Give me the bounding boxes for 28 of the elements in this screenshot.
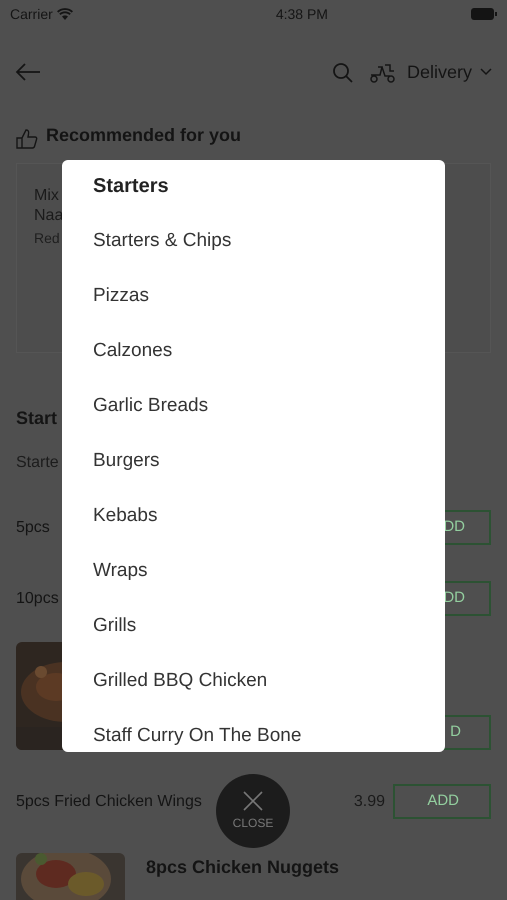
item-name: 8pcs Chicken Nuggets xyxy=(146,856,340,879)
menu-item[interactable]: Grills xyxy=(93,614,136,638)
menu-item[interactable]: Wraps xyxy=(93,559,148,583)
close-button[interactable]: CLOSE xyxy=(216,774,290,848)
clock: 4:38 PM xyxy=(276,4,328,24)
battery-icon xyxy=(470,8,497,20)
menu-item[interactable]: Garlic Breads xyxy=(93,394,208,418)
menu-item[interactable]: Staff Curry On The Bone xyxy=(93,724,302,748)
back-arrow-icon[interactable] xyxy=(15,62,41,82)
menu-item[interactable]: Starters & Chips xyxy=(93,229,232,253)
close-icon xyxy=(243,790,263,810)
menu-item[interactable]: Pizzas xyxy=(93,284,149,308)
search-icon[interactable] xyxy=(332,62,353,82)
add-button[interactable]: ADD xyxy=(393,784,491,819)
category-heading: Start xyxy=(16,407,58,429)
menu-item[interactable]: Grilled BBQ Chicken xyxy=(93,669,268,693)
section-heading: Recommended for you xyxy=(46,124,242,147)
item-name: 5pcs xyxy=(16,518,50,538)
menu-item[interactable]: Calzones xyxy=(93,339,172,363)
carrier-label: Carrier xyxy=(10,4,53,24)
item-name: 10pcs xyxy=(16,588,59,608)
wifi-icon xyxy=(56,8,73,20)
chevron-down-icon xyxy=(480,68,492,76)
menu-item[interactable]: Kebabs xyxy=(93,504,158,528)
thumbs-up-icon xyxy=(16,129,38,149)
item-name: 5pcs Fried Chicken Wings xyxy=(16,792,202,812)
menu-title: Starters xyxy=(93,174,170,198)
menu-item[interactable]: Burgers xyxy=(93,449,160,473)
